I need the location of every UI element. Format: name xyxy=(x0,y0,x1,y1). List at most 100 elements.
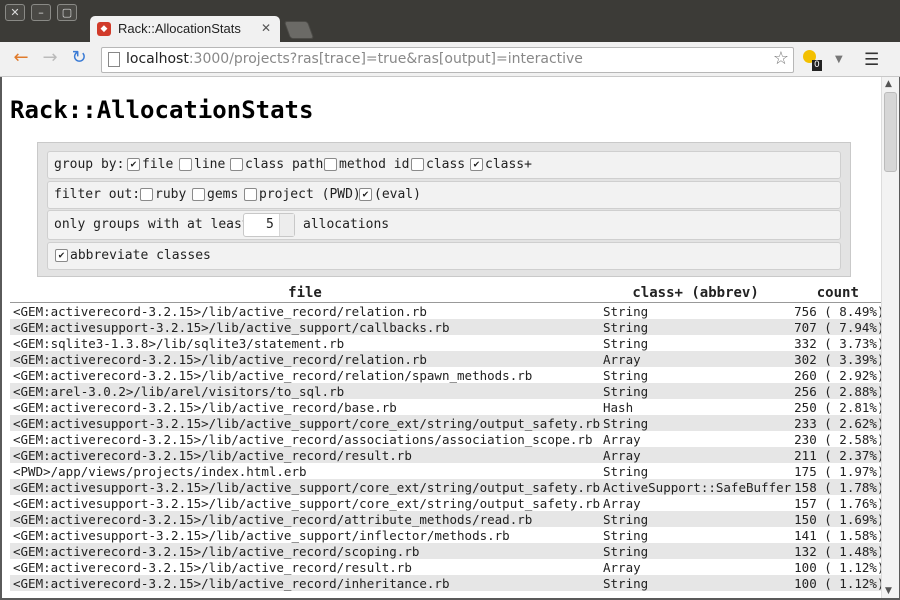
page-viewport: Rack::AllocationStats group by: ✔ file l… xyxy=(2,77,881,598)
class-cell: String xyxy=(600,511,792,527)
abbreviate-row: ✔ abbreviate classes xyxy=(47,242,841,270)
group-by-class-path-label: class path xyxy=(245,157,324,172)
scroll-up-arrow-icon[interactable]: ▲ xyxy=(885,79,892,89)
table-row: <GEM:activesupport-3.2.15>/lib/active_su… xyxy=(10,415,881,431)
count-column-header[interactable]: count xyxy=(791,284,881,303)
table-row: <GEM:activerecord-3.2.15>/lib/active_rec… xyxy=(10,447,881,463)
filter-gems-checkbox[interactable] xyxy=(192,188,205,201)
class-cell: Array xyxy=(600,447,792,463)
table-header-row: file class+ (abbrev) count xyxy=(10,284,881,303)
filter-project-label: project (PWD) xyxy=(259,187,361,202)
page-title: Rack::AllocationStats xyxy=(10,96,314,124)
browser-tab[interactable]: ◆ Rack::AllocationStats ✕ xyxy=(90,16,280,43)
window-titlebar: ✕ – ▢ ◆ Rack::AllocationStats ✕ xyxy=(0,0,900,43)
abbreviate-classes-checkbox[interactable]: ✔ xyxy=(55,249,68,262)
menu-hamburger-icon[interactable]: ☰ xyxy=(864,50,879,70)
tab-close-icon[interactable]: ✕ xyxy=(261,21,271,35)
table-row: <GEM:activerecord-3.2.15>/lib/active_rec… xyxy=(10,559,881,575)
class-cell: ActiveSupport::SafeBuffer xyxy=(600,479,792,495)
class-cell: Hash xyxy=(603,399,634,415)
chevron-down-icon[interactable]: ▼ xyxy=(835,54,843,65)
group-by-file-checkbox[interactable]: ✔ xyxy=(127,158,140,171)
group-by-method-id-label: method id xyxy=(339,157,410,172)
group-by-method-id-checkbox[interactable] xyxy=(324,158,337,171)
count-cell: 756 ( 8.49%) xyxy=(794,303,881,319)
min-allocations-value: 5 xyxy=(266,217,274,232)
count-cell: 141 ( 1.58%) xyxy=(794,527,881,543)
count-cell: 100 ( 1.12%) xyxy=(791,575,881,591)
file-column-header[interactable]: file xyxy=(10,284,600,303)
class-cell: Array xyxy=(603,495,641,511)
class-cell: String xyxy=(603,527,649,543)
file-cell: <GEM:activerecord-3.2.15>/lib/active_rec… xyxy=(10,575,600,591)
class-cell: String xyxy=(600,383,792,399)
count-cell: 158 ( 1.78%) xyxy=(791,479,881,495)
class-cell: String xyxy=(600,415,792,431)
count-cell: 100 ( 1.12%) xyxy=(794,559,881,575)
count-cell: 230 ( 2.58%) xyxy=(794,431,881,447)
extension-icon[interactable]: 0 xyxy=(803,50,822,71)
scroll-down-arrow-icon[interactable]: ▼ xyxy=(885,586,892,596)
table-row: <GEM:activerecord-3.2.15>/lib/active_rec… xyxy=(10,303,881,320)
group-by-class-checkbox[interactable] xyxy=(411,158,424,171)
filter-project-checkbox[interactable] xyxy=(244,188,257,201)
filter-ruby-checkbox[interactable] xyxy=(140,188,153,201)
group-by-class-path-checkbox[interactable] xyxy=(230,158,243,171)
tab-title: Rack::AllocationStats xyxy=(118,21,241,36)
group-by-class-plus-checkbox[interactable]: ✔ xyxy=(470,158,483,171)
class-cell: String xyxy=(603,367,649,383)
filter-ruby-label: ruby xyxy=(155,187,187,202)
filter-eval-checkbox[interactable]: ✔ xyxy=(359,188,372,201)
file-cell: <GEM:activerecord-3.2.15>/lib/active_rec… xyxy=(13,399,397,415)
abbreviate-classes-label: abbreviate classes xyxy=(70,248,211,263)
table-row: <GEM:activerecord-3.2.15>/lib/active_rec… xyxy=(10,367,881,383)
ruby-favicon-icon: ◆ xyxy=(97,22,111,36)
allocation-table: file class+ (abbrev) count <GEM:activere… xyxy=(10,284,881,591)
count-cell: 250 ( 2.81%) xyxy=(794,399,881,415)
class-cell: Array xyxy=(603,431,641,447)
table-row: <GEM:activerecord-3.2.15>/lib/active_rec… xyxy=(10,543,881,559)
class-column-header[interactable]: class+ (abbrev) xyxy=(600,284,792,303)
file-cell: <GEM:activerecord-3.2.15>/lib/active_rec… xyxy=(10,543,600,559)
vertical-scrollbar[interactable]: ▲ ▼ xyxy=(881,77,899,598)
file-cell: <GEM:activerecord-3.2.15>/lib/active_rec… xyxy=(13,431,593,447)
min-allocations-label: only groups with at least: xyxy=(54,217,258,232)
table-row: <GEM:activesupport-3.2.15>/lib/active_su… xyxy=(10,527,881,543)
window-minimize-button[interactable]: – xyxy=(31,4,51,21)
count-cell: 150 ( 1.69%) xyxy=(791,511,881,527)
class-cell: String xyxy=(600,543,792,559)
group-by-line-checkbox[interactable] xyxy=(179,158,192,171)
count-cell: 211 ( 2.37%) xyxy=(791,447,881,463)
table-row: <GEM:arel-3.0.2>/lib/arel/visitors/to_sq… xyxy=(10,383,881,399)
bookmark-star-icon[interactable]: ☆ xyxy=(773,48,789,69)
window-maximize-button[interactable]: ▢ xyxy=(57,4,77,21)
table-row: <GEM:activerecord-3.2.15>/lib/active_rec… xyxy=(10,575,881,591)
file-cell: <GEM:activesupport-3.2.15>/lib/active_su… xyxy=(10,479,600,495)
reload-icon[interactable]: ↻ xyxy=(67,46,91,70)
group-by-line-label: line xyxy=(194,157,226,172)
file-cell: <GEM:activerecord-3.2.15>/lib/active_rec… xyxy=(13,559,412,575)
class-cell: String xyxy=(600,575,792,591)
file-cell: <GEM:activesupport-3.2.15>/lib/active_su… xyxy=(13,495,600,511)
file-cell: <PWD>/app/views/projects/index.html.erb xyxy=(13,463,307,479)
count-cell: 132 ( 1.48%) xyxy=(791,543,881,559)
address-bar[interactable]: localhost:3000/projects?ras[trace]=true&… xyxy=(101,47,794,73)
back-arrow-icon[interactable]: ← xyxy=(9,46,33,70)
scrollbar-thumb[interactable] xyxy=(884,92,897,172)
min-allocations-input[interactable]: 5 xyxy=(243,213,295,237)
new-tab-button[interactable] xyxy=(283,21,315,39)
window-close-button[interactable]: ✕ xyxy=(5,4,25,21)
file-cell: <GEM:arel-3.0.2>/lib/arel/visitors/to_sq… xyxy=(10,383,600,399)
file-cell: <GEM:sqlite3-1.3.8>/lib/sqlite3/statemen… xyxy=(13,335,345,351)
group-by-row: group by: ✔ file line class path method … xyxy=(47,151,841,179)
table-row: <GEM:activerecord-3.2.15>/lib/active_rec… xyxy=(10,399,881,415)
file-cell: <GEM:activerecord-3.2.15>/lib/active_rec… xyxy=(13,367,533,383)
url-text[interactable]: localhost:3000/projects?ras[trace]=true&… xyxy=(126,51,583,67)
count-cell: 256 ( 2.88%) xyxy=(791,383,881,399)
count-cell: 260 ( 2.92%) xyxy=(794,367,881,383)
number-spinner[interactable] xyxy=(279,214,294,236)
file-cell: <GEM:activerecord-3.2.15>/lib/active_rec… xyxy=(10,447,600,463)
extension-badge: 0 xyxy=(812,60,822,71)
filter-out-row: filter out: ruby gems project (PWD) ✔ (e… xyxy=(47,181,841,209)
forward-arrow-icon[interactable]: → xyxy=(38,46,62,70)
